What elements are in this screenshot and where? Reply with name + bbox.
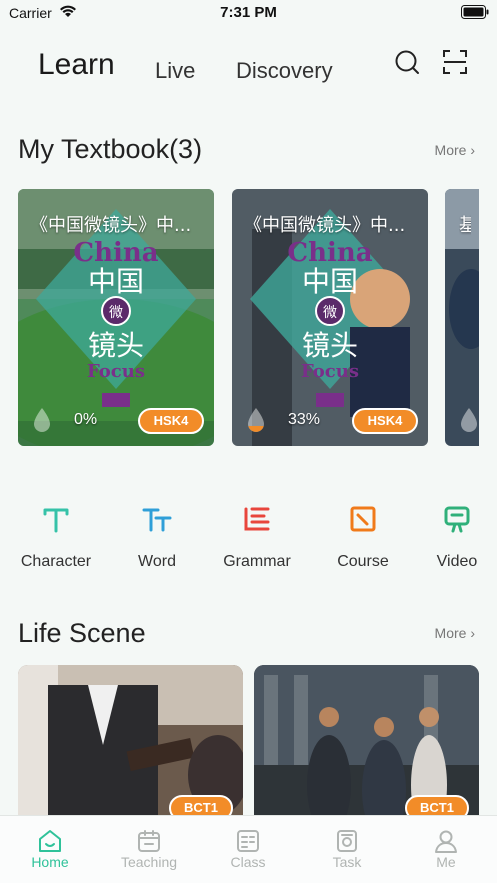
video-icon [444, 506, 470, 533]
tab-label: Me [436, 854, 456, 870]
tab-class[interactable]: Class [198, 816, 298, 883]
feature-grammar[interactable]: Grammar [212, 500, 302, 571]
svg-text:镜头: 镜头 [88, 329, 144, 362]
bottom-tab-bar: Home Teaching Class Task Me [0, 815, 497, 883]
textbook-progress: 33% [288, 411, 321, 428]
progress-drop-icon [248, 408, 264, 432]
grammar-icon [244, 507, 270, 531]
svg-text:微: 微 [109, 305, 123, 321]
feature-label: Video [436, 553, 478, 570]
textbook-card-3[interactable]: 基 [445, 189, 479, 446]
svg-text:中国: 中国 [302, 265, 358, 298]
scene-level-badge: BCT1 [405, 795, 469, 815]
life-scene-card-1[interactable]: BCT1 [18, 665, 243, 815]
life-scene-more-link[interactable]: More › [435, 625, 475, 641]
textbook-more-link[interactable]: More › [435, 142, 475, 158]
character-icon [43, 508, 69, 533]
home-icon [39, 830, 61, 852]
tab-discovery[interactable]: Discovery [236, 58, 333, 84]
search-icon[interactable] [393, 48, 421, 76]
svg-text:镜头: 镜头 [302, 329, 358, 362]
textbook-card-1[interactable]: 微 China 中国 镜头 Focus 《中国微镜头》中... 0% HSK4 [18, 189, 214, 446]
feature-label: Course [337, 553, 389, 570]
life-scene-card-2[interactable]: BCT1 [254, 665, 479, 815]
svg-text:Focus: Focus [301, 361, 359, 382]
tab-teaching[interactable]: Teaching [99, 816, 199, 883]
tab-label: Home [31, 854, 69, 870]
status-bar: Carrier 7:31 PM [0, 0, 497, 26]
textbook-card-title: 《中国微镜头》中... [30, 215, 192, 236]
feature-label: Grammar [223, 553, 291, 570]
svg-text:微: 微 [323, 305, 337, 321]
course-icon [350, 506, 376, 532]
task-icon [337, 830, 357, 852]
level-badge: HSK4 [138, 408, 204, 434]
textbook-card-title: 基 [459, 215, 471, 236]
tab-live[interactable]: Live [155, 58, 195, 84]
status-time: 7:31 PM [220, 4, 277, 21]
scene-level-badge: BCT1 [169, 795, 233, 815]
feature-video[interactable]: Video [412, 500, 497, 571]
scan-icon[interactable] [441, 48, 469, 76]
tab-label: Teaching [120, 854, 178, 870]
teaching-icon [138, 830, 160, 852]
tab-label: Class [230, 854, 266, 870]
textbook-card-title: 《中国微镜头》中... [244, 215, 406, 236]
life-scene-section-title: Life Scene [18, 618, 146, 648]
progress-drop-icon [461, 408, 477, 432]
tab-learn[interactable]: Learn [38, 48, 115, 82]
feature-word[interactable]: Word [112, 500, 202, 571]
class-icon [237, 830, 259, 852]
word-icon [142, 508, 172, 532]
svg-text:China: China [287, 238, 372, 268]
scene-image [254, 665, 479, 815]
svg-text:Focus: Focus [87, 361, 145, 382]
tab-label: Task [332, 854, 362, 870]
tab-home[interactable]: Home [0, 816, 100, 883]
feature-label: Word [138, 553, 176, 570]
tab-task[interactable]: Task [297, 816, 397, 883]
tab-me[interactable]: Me [396, 816, 496, 883]
feature-course[interactable]: Course [318, 500, 408, 571]
progress-drop-icon [34, 408, 50, 432]
battery-icon [461, 5, 489, 19]
level-badge: HSK4 [352, 408, 418, 434]
textbook-progress: 0% [74, 411, 98, 428]
textbook-section-title: My Textbook(3) [18, 134, 203, 164]
me-icon [435, 830, 457, 853]
svg-text:China: China [73, 238, 158, 268]
svg-text:中国: 中国 [88, 265, 144, 298]
feature-label: Character [20, 553, 92, 570]
scene-image [18, 665, 243, 815]
feature-character[interactable]: Character [11, 500, 101, 571]
textbook-card-2[interactable]: 微 China 中国 镜头 Focus 《中国微镜头》中... 33% HSK4 [232, 189, 428, 446]
top-nav: Learn Live Discovery [0, 44, 497, 94]
